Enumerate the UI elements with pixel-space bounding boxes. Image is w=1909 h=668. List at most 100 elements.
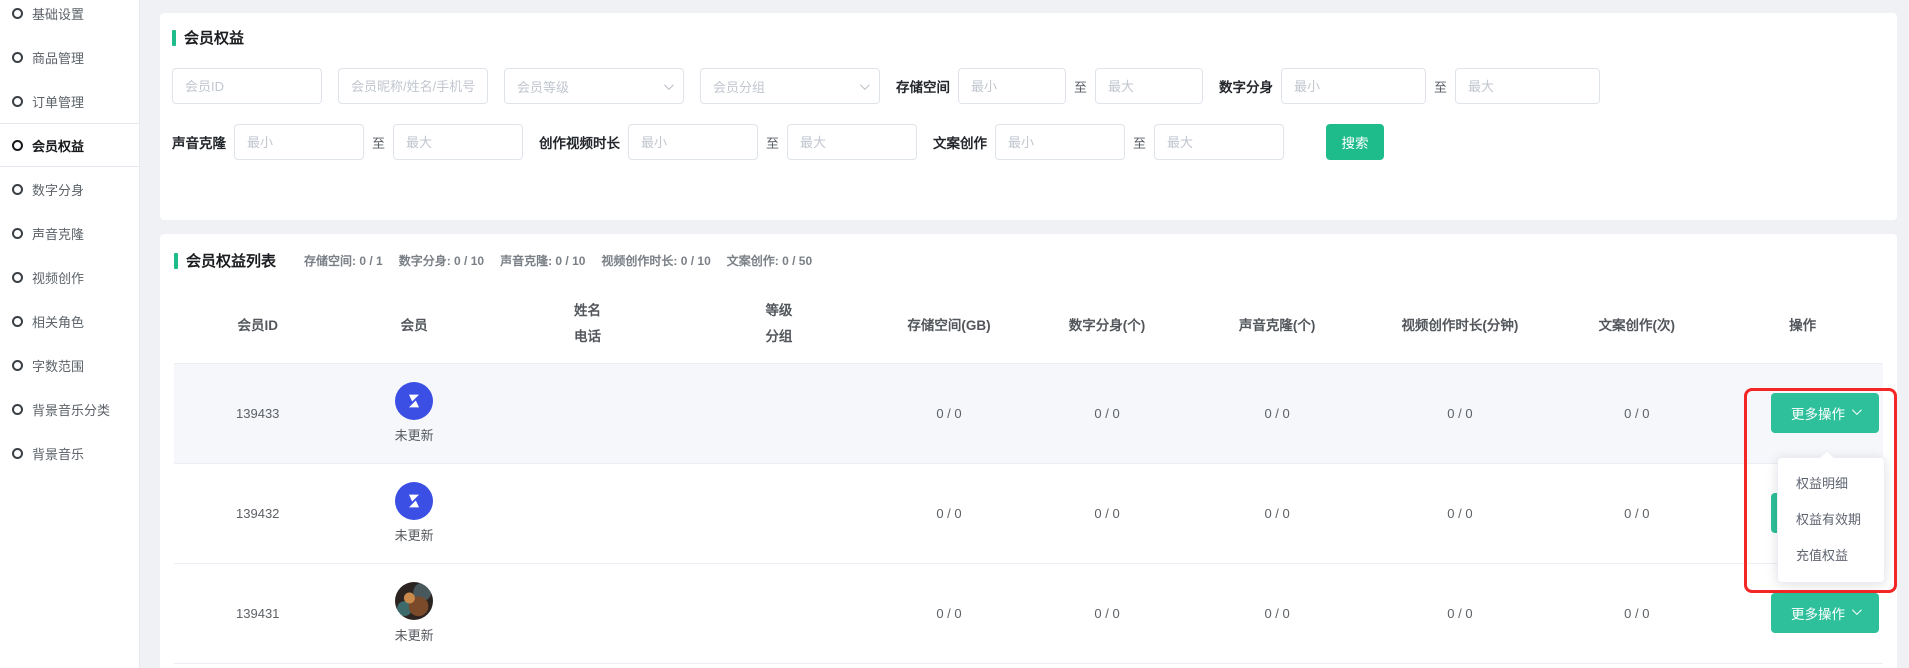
sidebar-item-digital-avatar[interactable]: 数字分身 xyxy=(0,167,139,211)
col-level-line1: 等级 xyxy=(688,298,869,324)
circle-icon xyxy=(12,96,23,107)
select-placeholder: 会员等级 xyxy=(517,77,569,96)
storage-label: 存储空间 xyxy=(896,76,950,96)
to-separator: 至 xyxy=(1074,77,1087,96)
name-phone-cell xyxy=(487,363,689,463)
sidebar: 基础设置 商品管理 订单管理 会员权益 数字分身 声音克隆 视频创作 相关角色 … xyxy=(0,0,140,668)
chevron-down-icon xyxy=(1852,405,1862,415)
more-actions-dropdown: 权益明细 权益有效期 充值权益 xyxy=(1777,457,1885,583)
digital-label: 数字分身 xyxy=(1219,76,1273,96)
sidebar-item-label: 背景音乐分类 xyxy=(32,400,110,419)
member-id-input[interactable] xyxy=(172,68,322,104)
voice-min-input[interactable] xyxy=(234,124,364,160)
video-cell: 0 / 0 xyxy=(1369,463,1552,563)
stat-video: 视频创作时长: 0 / 10 xyxy=(601,252,710,269)
voice-max-input[interactable] xyxy=(393,124,523,160)
storage-max-input[interactable] xyxy=(1095,68,1203,104)
voice-cell: 0 / 0 xyxy=(1186,463,1369,563)
app-logo-icon xyxy=(403,490,425,512)
level-group-cell xyxy=(688,563,869,663)
digital-min-input[interactable] xyxy=(1281,68,1426,104)
storage-cell: 0 / 0 xyxy=(870,463,1029,563)
filter-title-row: 会员权益 xyxy=(172,27,1885,48)
member-cell: 未更新 xyxy=(341,463,486,563)
circle-icon xyxy=(12,8,23,19)
sidebar-item-label: 视频创作 xyxy=(32,268,84,287)
sidebar-item-product-management[interactable]: 商品管理 xyxy=(0,35,139,79)
more-actions-button[interactable]: 更多操作 xyxy=(1771,393,1879,433)
to-separator: 至 xyxy=(1133,133,1146,152)
filter-card: 会员权益 会员等级 会员分组 存储空间 至 数字分身 至 声音克隆 xyxy=(160,13,1897,220)
circle-icon xyxy=(12,228,23,239)
member-group-select[interactable]: 会员分组 xyxy=(700,68,880,104)
sidebar-item-word-count-range[interactable]: 字数范围 xyxy=(0,343,139,387)
digital-cell: 0 / 0 xyxy=(1028,363,1185,463)
digital-cell: 0 / 0 xyxy=(1028,463,1185,563)
stat-digital: 数字分身: 0 / 10 xyxy=(399,252,484,269)
storage-min-input[interactable] xyxy=(958,68,1066,104)
col-level-line2: 分组 xyxy=(688,324,869,350)
to-separator: 至 xyxy=(372,133,385,152)
sidebar-item-label: 字数范围 xyxy=(32,356,84,375)
chevron-down-icon xyxy=(1852,605,1862,615)
col-copy: 文案创作(次) xyxy=(1551,285,1722,363)
sidebar-item-related-roles[interactable]: 相关角色 xyxy=(0,299,139,343)
video-min-input[interactable] xyxy=(628,124,758,160)
sidebar-item-order-management[interactable]: 订单管理 xyxy=(0,79,139,123)
member-id-cell: 139433 xyxy=(174,363,341,463)
col-digital: 数字分身(个) xyxy=(1028,285,1185,363)
copy-min-input[interactable] xyxy=(995,124,1125,160)
more-actions-button[interactable]: 更多操作 xyxy=(1771,593,1879,633)
avatar xyxy=(395,382,433,420)
app-logo-icon xyxy=(403,390,425,412)
filter-row-2: 声音克隆 至 创作视频时长 至 文案创作 至 搜索 xyxy=(172,124,1885,160)
sidebar-item-bgm[interactable]: 背景音乐 xyxy=(0,431,139,475)
sidebar-item-voice-clone[interactable]: 声音克隆 xyxy=(0,211,139,255)
member-cell: 未更新 xyxy=(341,563,486,663)
chevron-down-icon xyxy=(664,80,674,90)
copy-max-input[interactable] xyxy=(1154,124,1284,160)
menu-item-benefit-validity[interactable]: 权益有效期 xyxy=(1778,502,1884,538)
circle-icon xyxy=(12,316,23,327)
sidebar-item-member-benefits[interactable]: 会员权益 xyxy=(0,123,139,167)
menu-item-benefit-detail[interactable]: 权益明细 xyxy=(1778,466,1884,502)
main-content: 会员权益 会员等级 会员分组 存储空间 至 数字分身 至 声音克隆 xyxy=(140,0,1909,668)
action-cell: 更多操作 xyxy=(1722,363,1883,463)
sidebar-item-label: 声音克隆 xyxy=(32,224,84,243)
col-member-id: 会员ID xyxy=(174,285,341,363)
video-max-input[interactable] xyxy=(787,124,917,160)
digital-cell: 0 / 0 xyxy=(1028,563,1185,663)
table-row: 139431 未更新 0 / 0 0 / 0 0 / 0 0 / 0 0 / 0 xyxy=(174,563,1883,663)
page-title: 会员权益 xyxy=(184,27,244,48)
menu-item-recharge-benefit[interactable]: 充值权益 xyxy=(1778,538,1884,574)
avatar-photo xyxy=(395,582,433,620)
stat-copy: 文案创作: 0 / 50 xyxy=(727,252,812,269)
sidebar-item-label: 基础设置 xyxy=(32,4,84,23)
digital-max-input[interactable] xyxy=(1455,68,1600,104)
nickname-input[interactable] xyxy=(338,68,488,104)
sidebar-item-bgm-category[interactable]: 背景音乐分类 xyxy=(0,387,139,431)
copy-cell: 0 / 0 xyxy=(1551,463,1722,563)
copy-cell: 0 / 0 xyxy=(1551,363,1722,463)
col-storage: 存储空间(GB) xyxy=(870,285,1029,363)
avatar xyxy=(395,482,433,520)
copy-label: 文案创作 xyxy=(933,132,987,152)
sidebar-item-video-creation[interactable]: 视频创作 xyxy=(0,255,139,299)
benefit-table: 会员ID 会员 姓名电话 等级分组 存储空间(GB) 数字分身(个) 声音克隆(… xyxy=(174,285,1883,664)
search-button[interactable]: 搜索 xyxy=(1326,124,1384,160)
col-video: 视频创作时长(分钟) xyxy=(1369,285,1552,363)
list-title-row: 会员权益列表 存储空间: 0 / 1 数字分身: 0 / 10 声音克隆: 0 … xyxy=(174,250,1883,271)
circle-icon xyxy=(12,360,23,371)
col-voice: 声音克隆(个) xyxy=(1186,285,1369,363)
list-title: 会员权益列表 xyxy=(186,250,276,271)
member-level-select[interactable]: 会员等级 xyxy=(504,68,684,104)
sidebar-item-label: 背景音乐 xyxy=(32,444,84,463)
sidebar-item-label: 数字分身 xyxy=(32,180,84,199)
avatar-status: 未更新 xyxy=(395,425,434,444)
avatar-status: 未更新 xyxy=(395,625,434,644)
circle-icon xyxy=(12,404,23,415)
stat-storage: 存储空间: 0 / 1 xyxy=(304,252,383,269)
stat-voice: 声音克隆: 0 / 10 xyxy=(500,252,585,269)
sidebar-item-basic-settings[interactable]: 基础设置 xyxy=(0,0,139,35)
benefit-list-card: 会员权益列表 存储空间: 0 / 1 数字分身: 0 / 10 声音克隆: 0 … xyxy=(160,234,1897,668)
